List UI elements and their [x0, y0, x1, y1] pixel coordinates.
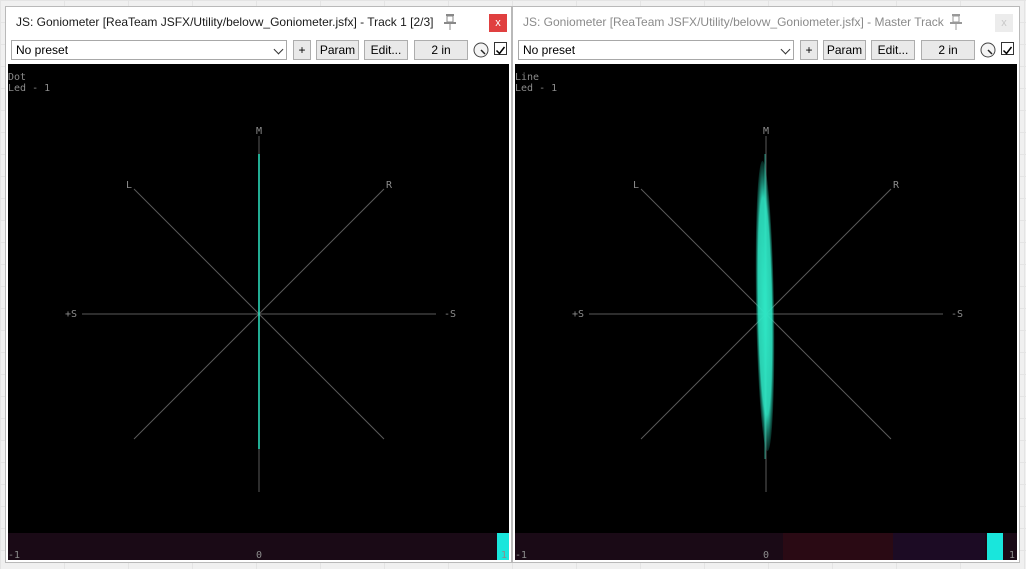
enable-checkbox[interactable] [494, 42, 507, 55]
pin-icon[interactable] [443, 13, 457, 31]
axis-m-label: M [763, 126, 769, 137]
mode-label: Dot [8, 72, 26, 83]
correlation-min-label: -1 [515, 550, 527, 560]
correlation-max-label: 1 [1009, 550, 1015, 560]
goniometer-window-track1: JS: Goniometer [ReaTeam JSFX/Utility/bel… [5, 6, 512, 563]
axis-minus-s-label: -S [444, 309, 456, 320]
goniometer-display: Line Led - 1 M L R +S -S -1 0 1 [515, 64, 1017, 560]
axis-l-label: L [633, 180, 639, 191]
axis-plus-s-label: +S [65, 309, 77, 320]
window-title: JS: Goniometer [ReaTeam JSFX/Utility/bel… [16, 15, 434, 29]
axis-plus-s-label: +S [572, 309, 584, 320]
correlation-meter-segment [893, 533, 985, 560]
axis-l-label: L [126, 180, 132, 191]
param-button[interactable]: Param [316, 40, 359, 60]
window-title: JS: Goniometer [ReaTeam JSFX/Utility/bel… [523, 15, 944, 29]
checkmark-icon [1002, 46, 1013, 55]
axis-r-label: R [893, 180, 900, 191]
title-bar[interactable]: JS: Goniometer [ReaTeam JSFX/Utility/bel… [513, 7, 1019, 37]
led-label: Led - 1 [515, 83, 557, 94]
pin-icon[interactable] [949, 13, 963, 31]
chevron-down-icon [273, 44, 284, 55]
led-label: Led - 1 [8, 83, 50, 94]
io-button[interactable]: 2 in [921, 40, 975, 60]
correlation-meter-segment [783, 533, 893, 560]
io-button[interactable]: 2 in [414, 40, 468, 60]
edit-button[interactable]: Edit... [364, 40, 408, 60]
add-preset-button[interactable]: + [800, 40, 818, 60]
edit-button[interactable]: Edit... [871, 40, 915, 60]
goniometer-window-master: JS: Goniometer [ReaTeam JSFX/Utility/bel… [512, 6, 1020, 563]
goniometer-display: Dot Led - 1 M L R +S -S -1 0 1 [8, 64, 509, 560]
preset-value: No preset [523, 43, 576, 57]
add-preset-button[interactable]: + [293, 40, 311, 60]
axis-m-label: M [256, 126, 262, 137]
wet-knob-icon[interactable] [473, 42, 489, 58]
axis-r-label: R [386, 180, 393, 191]
preset-dropdown[interactable]: No preset [11, 40, 287, 60]
preset-value: No preset [16, 43, 69, 57]
title-bar[interactable]: JS: Goniometer [ReaTeam JSFX/Utility/bel… [6, 7, 511, 37]
fx-toolbar: No preset + Param Edit... 2 in [6, 38, 511, 62]
close-button[interactable]: x [995, 14, 1013, 32]
correlation-mid-label: 0 [763, 550, 769, 560]
preset-dropdown[interactable]: No preset [518, 40, 794, 60]
correlation-mid-label: 0 [256, 550, 262, 560]
correlation-max-label: 1 [501, 550, 507, 560]
fx-toolbar: No preset + Param Edit... 2 in [513, 38, 1019, 62]
axis-minus-s-label: -S [951, 309, 963, 320]
correlation-marker [987, 533, 1003, 560]
close-button[interactable]: x [489, 14, 507, 32]
mode-label: Line [515, 72, 539, 83]
param-button[interactable]: Param [823, 40, 866, 60]
chevron-down-icon [780, 44, 791, 55]
enable-checkbox[interactable] [1001, 42, 1014, 55]
checkmark-icon [495, 46, 506, 55]
wet-knob-icon[interactable] [980, 42, 996, 58]
correlation-min-label: -1 [8, 550, 20, 560]
